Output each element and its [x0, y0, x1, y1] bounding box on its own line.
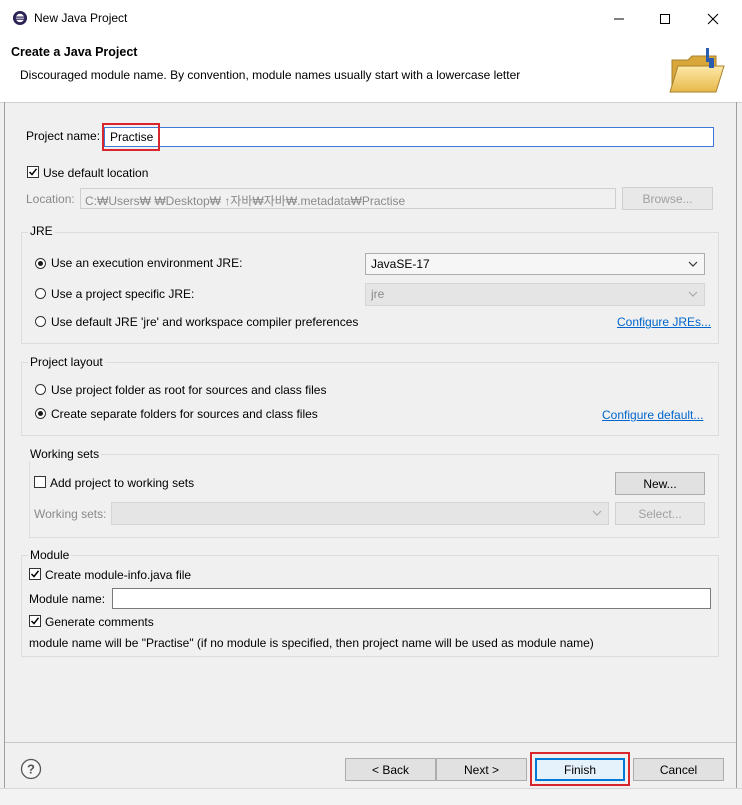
project-name-input[interactable]: Practise	[104, 127, 714, 147]
jre-execution-env-radio[interactable]	[35, 258, 46, 269]
background-strip	[0, 788, 742, 805]
jre-project-specific-label: Use a project specific JRE:	[51, 287, 195, 301]
create-module-info-label: Create module-info.java file	[45, 568, 192, 582]
jre-specific-combo[interactable]: jre	[365, 283, 705, 306]
configure-default-link[interactable]: Configure default...	[602, 408, 703, 422]
use-default-location-label: Use default location	[43, 166, 149, 180]
close-button[interactable]	[690, 0, 736, 38]
use-default-location-checkbox[interactable]	[27, 166, 39, 178]
frame-left	[4, 102, 5, 788]
maximize-icon	[660, 14, 670, 24]
window-title: New Java Project	[34, 11, 128, 25]
project-layout-group-label: Project layout	[28, 355, 105, 369]
location-value: C:₩Users₩ ₩Desktop₩ ↑자바₩자바₩.metadata₩Pra…	[85, 194, 406, 208]
add-to-working-sets-checkbox[interactable]	[34, 476, 46, 488]
project-layout-group	[21, 362, 719, 436]
working-sets-group	[29, 454, 719, 538]
header-message: Discouraged module name. By convention, …	[20, 68, 521, 82]
back-button[interactable]: < Back	[345, 758, 436, 781]
working-sets-label: Working sets:	[34, 507, 107, 521]
highlight-finish	[530, 752, 630, 786]
chevron-down-icon	[688, 261, 698, 267]
maximize-button[interactable]	[642, 0, 688, 38]
header-title: Create a Java Project	[11, 45, 138, 59]
jre-default-radio[interactable]	[35, 316, 46, 327]
select-working-sets-button[interactable]: Select...	[615, 502, 705, 525]
generate-comments-label: Generate comments	[45, 615, 154, 629]
jre-group-label: JRE	[28, 224, 55, 238]
working-sets-group-label: Working sets	[28, 447, 102, 461]
chevron-down-icon	[592, 510, 602, 516]
project-name-label: Project name:	[26, 129, 101, 143]
layout-root-radio[interactable]	[35, 384, 46, 395]
jre-env-combo[interactable]: JavaSE-17	[365, 253, 705, 275]
frame-right	[736, 102, 737, 788]
folder-icon	[668, 44, 730, 101]
browse-button[interactable]: Browse...	[622, 187, 713, 210]
layout-separate-radio[interactable]	[35, 408, 46, 419]
close-icon	[707, 13, 719, 25]
location-label: Location:	[26, 192, 75, 206]
working-sets-combo[interactable]	[111, 502, 609, 525]
layout-root-label: Use project folder as root for sources a…	[51, 383, 327, 397]
jre-default-label: Use default JRE 'jre' and workspace comp…	[51, 315, 359, 329]
configure-jres-link[interactable]: Configure JREs...	[617, 315, 711, 329]
eclipse-app-icon	[12, 10, 28, 26]
create-module-info-checkbox[interactable]	[29, 568, 41, 580]
layout-separate-label: Create separate folders for sources and …	[51, 407, 318, 421]
jre-project-specific-radio[interactable]	[35, 288, 46, 299]
generate-comments-checkbox[interactable]	[29, 615, 41, 627]
help-icon[interactable]: ?	[20, 758, 42, 780]
footer-separator	[5, 742, 736, 743]
new-working-set-button[interactable]: New...	[615, 472, 705, 495]
next-button[interactable]: Next >	[436, 758, 527, 781]
cancel-button[interactable]: Cancel	[633, 758, 724, 781]
location-input[interactable]: C:₩Users₩ ₩Desktop₩ ↑자바₩자바₩.metadata₩Pra…	[80, 188, 616, 209]
jre-env-value: JavaSE-17	[371, 257, 430, 271]
module-group-label: Module	[28, 548, 72, 562]
jre-specific-value: jre	[371, 287, 385, 301]
module-name-input[interactable]	[112, 588, 711, 609]
module-info-text: module name will be "Practise" (if no mo…	[29, 636, 594, 650]
minimize-icon	[614, 18, 624, 20]
checkmark-icon	[30, 617, 40, 625]
add-to-working-sets-label: Add project to working sets	[50, 476, 195, 490]
minimize-button[interactable]	[596, 0, 642, 38]
chevron-down-icon	[688, 291, 698, 297]
checkmark-icon	[30, 570, 40, 578]
jre-execution-env-label: Use an execution environment JRE:	[51, 256, 243, 270]
svg-text:?: ?	[27, 762, 35, 777]
module-name-label: Module name:	[29, 592, 106, 606]
checkmark-icon	[28, 168, 38, 176]
highlight-project-name	[102, 123, 160, 151]
